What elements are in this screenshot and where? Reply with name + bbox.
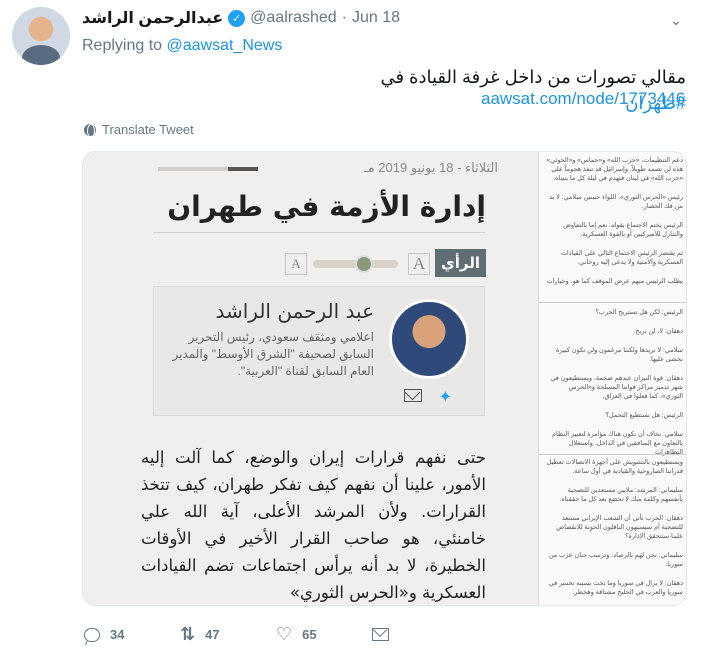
replying-mention-link[interactable]: @aawsat_News xyxy=(167,37,283,54)
retweet-icon[interactable]: ⇅ xyxy=(180,624,195,645)
side-paragraph: دهقان: لا، لن نربح. xyxy=(633,328,683,335)
side-paragraph: سليماني: المرشد: ملايين مستعدين للتضحية … xyxy=(559,487,683,503)
font-large-icon: A xyxy=(408,253,430,275)
like-button[interactable]: ♡ 65 xyxy=(276,624,372,645)
replying-to: Replying to @aawsat_News xyxy=(82,37,282,55)
author-card: عبد الرحمن الراشد اعلامي ومثقف سعودي، رئ… xyxy=(153,286,485,416)
side-paragraph: سليماني: نحن لهم بالرصاد، وترسب جنان عرب… xyxy=(548,552,683,568)
opinion-tag: الرأي xyxy=(435,249,486,277)
side-paragraph: الرئيس: لكن هل نستريح الحرب؟ xyxy=(595,309,683,316)
article-date: الثلاثاء - 18 يونيو 2019 مـ xyxy=(363,160,498,175)
reply-button[interactable]: 34 xyxy=(84,627,180,642)
like-count: 65 xyxy=(302,627,317,642)
tweet-actions: 34 ⇅ 47 ♡ 65 xyxy=(84,624,468,645)
side-paragraph: دهقان: لا يزال في سوريا وما تحت بسببه تخ… xyxy=(548,580,683,596)
retweet-button[interactable]: ⇅ 47 xyxy=(180,624,276,645)
side-divider xyxy=(539,454,686,455)
tweet-text-body: مقالي تصورات من داخل غرفة القيادة في xyxy=(380,67,686,87)
translate-tweet[interactable]: Translate Tweet xyxy=(84,122,194,138)
side-paragraph: سلامي: لا نريدها ولكننا مرغمون ولن تكون … xyxy=(556,347,683,363)
side-column-top: دعم التنظيمات، «حزب الله» و«حماس» و«الحو… xyxy=(539,156,686,296)
author-bio: اعلامي ومثقف سعودي، رئيس التحرير السابق … xyxy=(172,330,374,378)
author-handle[interactable]: @aalrashed xyxy=(250,9,337,27)
translate-label[interactable]: Translate Tweet xyxy=(102,122,194,137)
side-paragraph: رئيس «الحرس الثوري»، اللواء حسين سلامي: … xyxy=(549,194,683,210)
article-url-link[interactable]: aawsat.com/node/1773446 xyxy=(481,89,685,109)
side-paragraph: دهقان: الحرب تأتي أن الشعب الإيراني مستع… xyxy=(556,515,683,540)
article-author-name: عبد الرحمن الراشد xyxy=(215,299,374,323)
author-avatar[interactable] xyxy=(12,7,70,65)
reply-count: 34 xyxy=(110,627,125,642)
reply-icon[interactable] xyxy=(84,627,100,642)
side-column-bottom: ويستطيعون بالتشويش على أجهزة الاتصالات ت… xyxy=(539,458,686,605)
side-paragraph: سلامي: نخاف أن تكون هناك مؤامرة لتغيير ا… xyxy=(551,431,683,456)
font-small-icon: A xyxy=(285,253,307,275)
retweet-count: 47 xyxy=(205,627,220,642)
side-paragraph: يطلب الرئيس منهم عرض الموقف كما هو، وخيا… xyxy=(546,278,683,285)
article-body: حتى نفهم قرارات إيران والوضع، كما آلت إل… xyxy=(141,448,486,602)
side-column-middle: الرئيس: لكن هل نستريح الحرب؟ دهقان: لا، … xyxy=(539,308,686,467)
globe-icon xyxy=(84,123,96,138)
side-article-strip: دعم التنظيمات، «حزب الله» و«حماس» و«الحو… xyxy=(538,152,686,605)
side-paragraph: دهقان: قوة النيران عندهم ضخمة، ويستطيعون… xyxy=(550,375,683,400)
side-paragraph: ثم يقتصر الرئيس الاجتماع التالي على القي… xyxy=(560,250,683,266)
attached-image[interactable]: الثلاثاء - 18 يونيو 2019 مـ إدارة الأزمة… xyxy=(82,151,687,606)
twitter-bird-icon: ✦ xyxy=(438,389,452,406)
side-paragraph: دعم التنظيمات، «حزب الله» و«حماس» و«الحو… xyxy=(546,157,683,182)
author-name[interactable]: عبدالرحمن الراشد xyxy=(82,8,223,28)
mail-icon xyxy=(404,389,422,402)
date-divider xyxy=(158,167,258,171)
side-paragraph: الرئيس يختم الاجتماع بقوله: نعم إما بالت… xyxy=(563,222,683,238)
title-divider xyxy=(153,232,485,233)
separator-dot: · xyxy=(341,9,347,26)
article-title: إدارة الأزمة في طهران xyxy=(167,190,486,223)
article-screenshot: الثلاثاء - 18 يونيو 2019 مـ إدارة الأزمة… xyxy=(83,152,538,605)
direct-message-button[interactable] xyxy=(372,628,468,641)
side-paragraph: ويستطيعون بالتشويش على أجهزة الاتصالات ت… xyxy=(546,459,683,475)
envelope-icon[interactable] xyxy=(372,628,389,641)
replying-label: Replying to xyxy=(82,37,163,54)
more-options-chevron-icon[interactable]: ⌄ xyxy=(670,12,682,29)
side-divider xyxy=(539,302,686,303)
heart-icon[interactable]: ♡ xyxy=(276,624,292,645)
author-photo xyxy=(389,299,469,379)
verified-badge-icon: ✓ xyxy=(228,9,246,27)
tweet-date[interactable]: Jun 18 xyxy=(352,9,400,27)
font-size-slider-knob xyxy=(355,255,373,273)
tweet-header: عبدالرحمن الراشد ✓ @aalrashed · Jun 18 xyxy=(82,8,400,28)
side-paragraph: الرئيس: هل نستطيع التحمل؟ xyxy=(605,412,683,419)
